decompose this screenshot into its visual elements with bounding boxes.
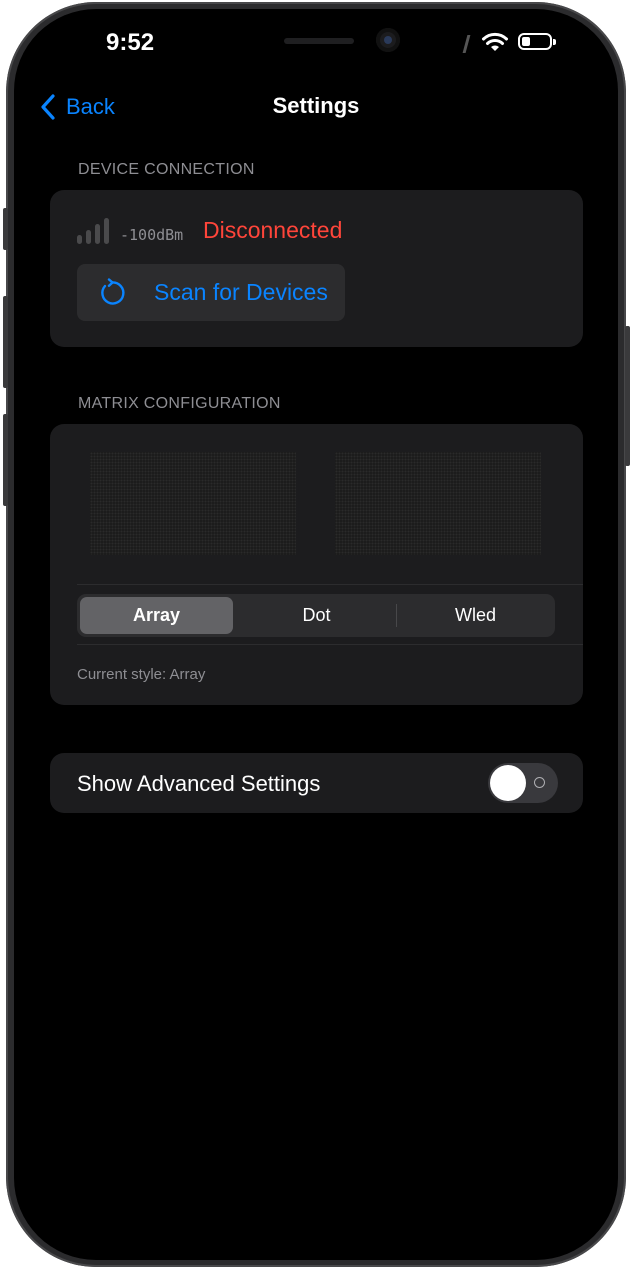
segment-separator xyxy=(396,604,397,627)
toggle-knob xyxy=(490,765,526,801)
volume-up-button xyxy=(3,296,8,388)
scan-for-devices-button[interactable]: Scan for Devices xyxy=(77,264,345,321)
volume-down-button xyxy=(3,414,8,506)
divider xyxy=(77,644,583,645)
divider xyxy=(77,584,583,585)
power-button xyxy=(625,326,630,466)
status-time: 9:52 xyxy=(106,29,155,56)
connection-status: Disconnected xyxy=(203,217,343,243)
segment-dot[interactable]: Dot xyxy=(240,597,393,634)
matrix-configuration-card: Array Dot Wled Current style: Array xyxy=(50,424,583,705)
section-header-matrix-configuration: MATRIX CONFIGURATION xyxy=(78,395,281,412)
matrix-preview-right xyxy=(335,452,541,555)
wifi-icon xyxy=(482,32,508,51)
signal-strength-icon xyxy=(77,218,109,244)
signal-dbm-value: -100dBm xyxy=(120,226,184,244)
advanced-settings-row: Show Advanced Settings xyxy=(50,753,583,813)
segment-array[interactable]: Array xyxy=(80,597,233,634)
style-segmented-control[interactable]: Array Dot Wled xyxy=(77,594,555,637)
battery-level xyxy=(522,37,530,46)
toggle-off-indicator xyxy=(534,777,545,788)
advanced-settings-toggle[interactable] xyxy=(488,763,558,803)
cellular-icon xyxy=(462,35,471,53)
segment-wled[interactable]: Wled xyxy=(399,597,552,634)
refresh-icon xyxy=(101,278,125,305)
screen: 9:52 Back Settings DEVICE CONNECTION -10… xyxy=(14,9,618,1260)
current-style-text: Current style: Array xyxy=(77,666,206,683)
device-connection-card: -100dBm Disconnected Scan for Devices xyxy=(50,190,583,347)
page-title: Settings xyxy=(272,93,360,118)
section-header-device-connection: DEVICE CONNECTION xyxy=(78,161,255,178)
earpiece-speaker xyxy=(284,38,354,44)
action-button xyxy=(3,208,8,250)
advanced-settings-label: Show Advanced Settings xyxy=(77,771,321,796)
front-camera xyxy=(376,28,400,52)
battery-icon xyxy=(518,33,556,50)
scan-button-label: Scan for Devices xyxy=(154,279,328,305)
battery-nub xyxy=(553,39,556,45)
matrix-preview-left xyxy=(90,452,296,555)
